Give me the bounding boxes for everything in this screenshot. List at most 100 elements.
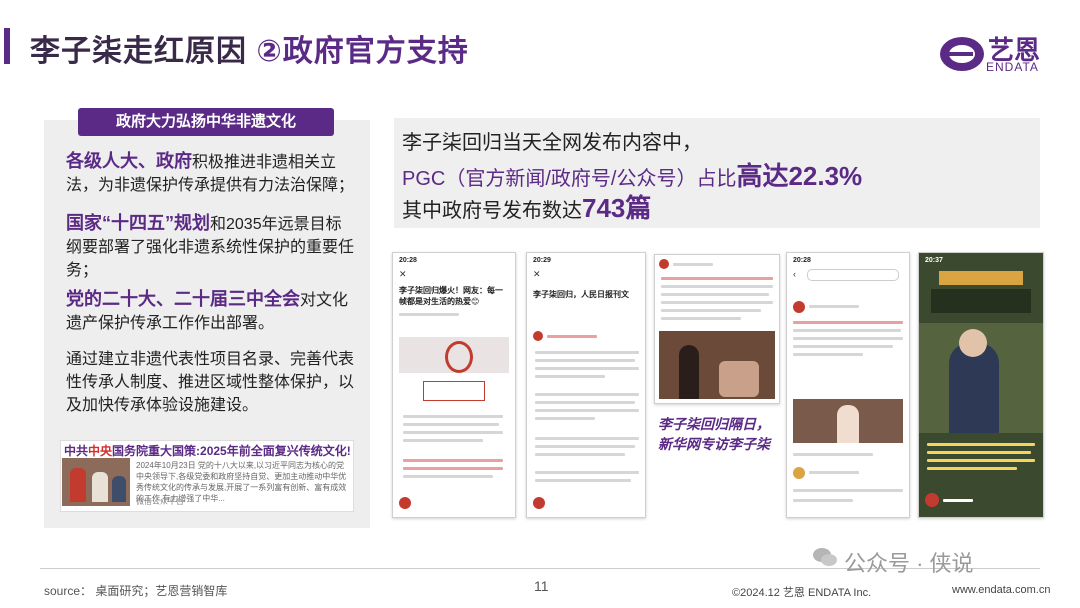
phone-2-author xyxy=(547,335,597,338)
phone-4-text-line xyxy=(793,499,853,502)
phone-5-person-head xyxy=(959,329,987,357)
phone-4-text-line xyxy=(793,489,903,492)
phone-1-banner-image xyxy=(399,337,509,373)
phone-3-caption: 李子柒回归隔日，新华网专访李子柒 xyxy=(658,416,770,452)
phone-4-person xyxy=(837,405,859,443)
phone-1-masthead xyxy=(423,381,485,401)
phone-2-text-line xyxy=(535,393,639,396)
phone-4-text-line xyxy=(793,329,901,332)
phone-screenshot-3 xyxy=(654,254,780,404)
phone-5-subtitle-line xyxy=(927,467,1017,470)
phone-1-text-line xyxy=(403,475,493,478)
phone-5-subtitle-line xyxy=(927,443,1035,446)
phone-1-time: 20:28 xyxy=(399,257,417,264)
phone-5-time: 20:37 xyxy=(925,257,943,264)
footer-url[interactable]: www.endata.com.cn xyxy=(952,584,1050,596)
search-bar xyxy=(807,269,899,281)
phone-3-background xyxy=(719,361,759,397)
policy-panel-heading: 政府大力弘扬中华非遗文化 xyxy=(78,108,334,136)
phone-screenshot-5: 20:37 xyxy=(918,252,1044,518)
news-card-figure-3 xyxy=(112,476,126,502)
phone-5-video-frame xyxy=(919,323,1043,433)
policy-paragraph-1-highlight: 各级人大、政府 xyxy=(66,151,192,171)
phone-1-text-line xyxy=(403,415,503,418)
phone-screenshot-4: 20:28 ‹ xyxy=(786,252,910,518)
phone-1-highlight-line xyxy=(403,467,503,470)
phone-4-text-line xyxy=(793,321,903,324)
phone-4-time: 20:28 xyxy=(793,257,811,264)
footer-source: source： 桌面研究；艺恩营销智库 xyxy=(44,584,228,598)
logo-subtext: ENDATA xyxy=(986,60,1039,74)
news-card-title-rest: 国务院重大国策:2025年前全面复兴传统文化! xyxy=(112,444,351,458)
stats-pgc-share: 高达22.3% xyxy=(736,161,863,191)
phone-3-interview-photo xyxy=(659,331,775,399)
phone-4-text-line xyxy=(793,345,893,348)
phone-1-banner-logo xyxy=(445,341,473,373)
policy-paragraph-2: 国家“十四五”规划和2035年远景目标纲要部署了强化非遗系统性保护的重要任务； xyxy=(66,212,356,282)
phone-3-text-line xyxy=(661,317,741,320)
phone-1-meta xyxy=(399,313,459,316)
phone-4-author xyxy=(809,305,859,308)
avatar xyxy=(793,467,805,479)
phone-2-text-line xyxy=(535,417,595,420)
news-card-title-prefix: 中共 xyxy=(64,444,89,458)
footer-copyright: ©2024.12 艺恩 ENDATA Inc. xyxy=(732,587,872,599)
stats-line-3-prefix: 其中政府号发布数达 xyxy=(402,200,582,222)
news-card-figure-1 xyxy=(70,468,86,502)
page-title-accent: ②政府官方支持 xyxy=(256,35,469,68)
news-card-image xyxy=(62,458,130,506)
phone-5-caption-banner xyxy=(939,271,1023,285)
policy-paragraph-1: 各级人大、政府积极推进非遗相关立法，为非遗保护传承提供有力法治保障； xyxy=(66,150,356,197)
stats-line-1: 李子柒回归当天全网发布内容中， xyxy=(402,132,702,154)
policy-paragraph-3-highlight: 党的二十大、二十届三中全会 xyxy=(66,289,300,309)
stats-line-2-prefix: PGC（官方新闻/政府号/公众号）占比 xyxy=(402,168,737,190)
phone-2-text-line xyxy=(535,437,639,440)
phone-4-author xyxy=(809,471,859,474)
page-title-main: 李子柒走红原因 xyxy=(30,35,257,68)
avatar xyxy=(793,301,805,313)
phone-3-person xyxy=(679,345,699,399)
news-card-source: 微信公众平台 xyxy=(136,497,184,506)
phone-2-time: 20:29 xyxy=(533,257,551,264)
phone-4-video-thumbnail xyxy=(793,399,903,443)
phone-2-text-line xyxy=(535,367,639,370)
title-accent-bar xyxy=(4,28,10,64)
avatar xyxy=(533,331,543,341)
phone-screenshot-1: 20:28 ✕ 李子柒回归爆火！网友：每一帧都是对生活的热爱😊 xyxy=(392,252,516,518)
phone-1-text-line xyxy=(403,431,503,434)
avatar xyxy=(659,259,669,269)
phone-1-text-line xyxy=(403,439,483,442)
phone-5-author xyxy=(943,499,973,502)
phone-screenshot-2: 20:29 ✕ 李子柒回归，人民日报刊文 xyxy=(526,252,646,518)
phone-2-text-line xyxy=(535,359,635,362)
policy-paragraph-4: 通过建立非遗代表性项目名录、完善代表性传承人制度、推进区域性整体保护，以及加快传… xyxy=(66,351,355,414)
news-card-title[interactable]: 中共中央国务院重大国策:2025年前全面复兴传统文化! xyxy=(64,442,351,459)
wechat-icon xyxy=(813,548,837,566)
policy-paragraph-3: 党的二十大、二十届三中全会对文化遗产保护传承工作作出部署。 xyxy=(66,288,356,335)
watermark: 公众号 · 侠说 xyxy=(844,551,974,576)
news-card-title-highlight: 中央 xyxy=(88,444,113,458)
phone-2-text-line xyxy=(535,409,639,412)
phone-3-text-line xyxy=(661,277,773,280)
phone-2-text-line xyxy=(535,445,635,448)
stats-line-3: 其中政府号发布数达743篇 xyxy=(402,188,651,225)
stats-gov-count: 743篇 xyxy=(582,193,652,223)
phone-2-text-line xyxy=(535,453,625,456)
phone-4-text-line xyxy=(793,353,863,356)
phone-2-text-line xyxy=(535,401,635,404)
phone-5-subtitle-line xyxy=(927,451,1031,454)
phone-3-text-line xyxy=(661,285,773,288)
phone-4-text-line xyxy=(793,337,903,340)
phone-4-stats-line xyxy=(793,453,873,456)
news-card-figure-2 xyxy=(92,472,108,502)
phone-3-text-line xyxy=(661,293,769,296)
phone-2-text-line xyxy=(535,471,639,474)
phone-3-author xyxy=(673,263,713,266)
close-icon: ✕ xyxy=(399,269,407,279)
page-number: 11 xyxy=(534,578,549,594)
phone-2-headline: 李子柒回归，人民日报刊文 xyxy=(533,290,629,299)
phone-1-headline: 李子柒回归爆火！网友：每一帧都是对生活的热爱😊 xyxy=(399,286,503,306)
phone-5-subtitle-line xyxy=(927,459,1035,462)
avatar xyxy=(399,497,411,509)
phone-3-text-line xyxy=(661,309,761,312)
